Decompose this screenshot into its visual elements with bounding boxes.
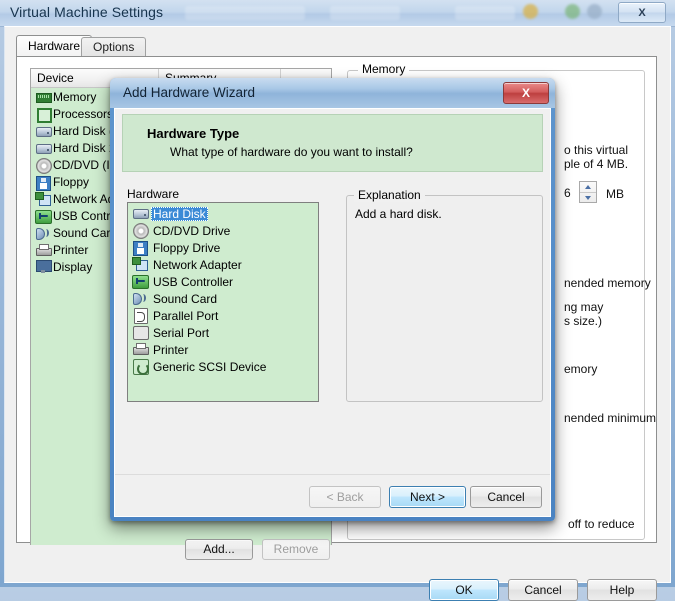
spinner-down-icon[interactable] bbox=[580, 193, 596, 203]
window-title: Virtual Machine Settings bbox=[10, 4, 164, 20]
window-titlebar: Virtual Machine Settings X bbox=[0, 0, 675, 27]
device-name: Printer bbox=[53, 242, 89, 257]
ok-button[interactable]: OK bbox=[429, 579, 499, 601]
help-button[interactable]: Help bbox=[587, 579, 657, 601]
memory-note-6: off to reduce bbox=[568, 517, 635, 531]
hard-disk-icon bbox=[132, 206, 149, 221]
generic-scsi-icon bbox=[132, 359, 149, 375]
memory-panel-legend: Memory bbox=[358, 62, 410, 76]
sound-card-icon bbox=[35, 226, 51, 240]
hardware-type-list[interactable]: Hard Disk CD/DVD Drive Floppy Drive Network… bbox=[127, 202, 319, 402]
list-item[interactable]: Network Adapter bbox=[128, 256, 318, 273]
list-item[interactable]: Sound Card bbox=[128, 290, 318, 307]
wizard-title: Add Hardware Wizard bbox=[123, 85, 256, 100]
tab-hardware-label: Hardware bbox=[28, 39, 81, 53]
usb-controller-icon bbox=[132, 274, 149, 289]
hard-disk-icon bbox=[35, 124, 52, 138]
list-item[interactable]: Printer bbox=[128, 341, 318, 358]
floppy-icon bbox=[35, 175, 51, 191]
list-item[interactable]: CD/DVD Drive bbox=[128, 222, 318, 239]
list-item[interactable]: Floppy Drive bbox=[128, 239, 318, 256]
floppy-icon bbox=[132, 240, 148, 256]
hardware-item-label: Printer bbox=[153, 342, 189, 357]
titlebar-ghost-c bbox=[455, 6, 515, 20]
device-name: Sound Card bbox=[53, 225, 118, 240]
hardware-item-label: Hard Disk bbox=[151, 206, 208, 221]
serial-port-icon bbox=[132, 325, 149, 340]
hardware-item-label: Serial Port bbox=[153, 325, 210, 340]
device-name: Memory bbox=[53, 89, 97, 104]
memory-description-line1: o this virtual bbox=[564, 143, 629, 157]
tab-options[interactable]: Options bbox=[81, 37, 147, 57]
spinner-up-icon[interactable] bbox=[580, 182, 596, 193]
titlebar-ghost-dot-a bbox=[523, 4, 538, 19]
usb-controller-icon bbox=[35, 209, 52, 224]
hard-disk-icon bbox=[35, 141, 52, 155]
back-button: < Back bbox=[309, 486, 381, 508]
parallel-port-icon bbox=[132, 308, 148, 324]
network-adapter-icon bbox=[132, 257, 148, 272]
wizard-banner-heading: Hardware Type bbox=[147, 126, 240, 141]
hardware-item-label: Network Adapter bbox=[153, 257, 242, 272]
remove-button: Remove bbox=[262, 539, 330, 560]
hardware-item-label: Parallel Port bbox=[153, 308, 219, 323]
wizard-cancel-button[interactable]: Cancel bbox=[470, 486, 542, 508]
network-adapter-icon bbox=[35, 191, 51, 206]
wizard-banner: Hardware Type What type of hardware do y… bbox=[122, 114, 543, 172]
device-name: Display bbox=[53, 259, 93, 274]
cd-dvd-icon bbox=[35, 157, 52, 174]
tab-options-label: Options bbox=[93, 40, 135, 54]
device-name: Processors bbox=[53, 106, 114, 121]
hardware-item-label: Sound Card bbox=[153, 291, 218, 306]
close-icon: X bbox=[521, 86, 530, 100]
explanation-text: Add a hard disk. bbox=[355, 207, 442, 221]
wizard-banner-subheading: What type of hardware do you want to ins… bbox=[170, 145, 413, 159]
memory-note-2: ng may bbox=[564, 300, 604, 314]
titlebar-ghost-a bbox=[185, 6, 305, 20]
wizard-titlebar: Add Hardware Wizard X bbox=[110, 78, 555, 108]
display-icon bbox=[35, 259, 52, 274]
printer-icon bbox=[35, 243, 52, 257]
list-item[interactable]: Hard Disk bbox=[128, 205, 318, 222]
memory-note-1: nended memory bbox=[564, 276, 651, 290]
list-item[interactable]: Serial Port bbox=[128, 324, 318, 341]
memory-note-5: nended minimum bbox=[564, 411, 657, 425]
wizard-separator bbox=[115, 474, 550, 475]
wizard-client-area: Hardware Type What type of hardware do y… bbox=[114, 108, 551, 517]
hardware-item-label: Generic SCSI Device bbox=[153, 359, 267, 374]
wizard-close-button[interactable]: X bbox=[503, 82, 549, 104]
memory-spinner[interactable] bbox=[579, 181, 597, 203]
close-icon: X bbox=[638, 6, 646, 19]
processor-icon bbox=[35, 107, 52, 123]
window-close-button[interactable]: X bbox=[618, 2, 666, 23]
printer-icon bbox=[132, 342, 149, 357]
next-button[interactable]: Next > bbox=[389, 486, 466, 508]
cd-dvd-icon bbox=[132, 223, 149, 239]
titlebar-ghost-dot-b bbox=[565, 4, 580, 19]
explanation-legend: Explanation bbox=[354, 188, 425, 202]
memory-note-4: emory bbox=[564, 362, 598, 376]
titlebar-ghost-dot-c bbox=[587, 4, 602, 19]
hardware-item-label: CD/DVD Drive bbox=[153, 223, 231, 238]
explanation-panel bbox=[346, 195, 543, 402]
device-name: Floppy bbox=[53, 174, 90, 189]
memory-icon bbox=[35, 90, 52, 104]
cancel-button[interactable]: Cancel bbox=[508, 579, 578, 601]
memory-note-3: s size.) bbox=[564, 314, 603, 328]
hardware-item-label: Floppy Drive bbox=[153, 240, 221, 255]
sound-card-icon bbox=[132, 291, 148, 306]
list-item[interactable]: Parallel Port bbox=[128, 307, 318, 324]
titlebar-ghost-b bbox=[330, 6, 400, 20]
list-item[interactable]: USB Controller bbox=[128, 273, 318, 290]
add-button[interactable]: Add... bbox=[185, 539, 253, 560]
add-hardware-wizard-dialog: Add Hardware Wizard X Hardware Type What… bbox=[110, 78, 555, 521]
hardware-list-label: Hardware bbox=[127, 187, 180, 201]
list-item[interactable]: Generic SCSI Device bbox=[128, 358, 318, 375]
memory-description-line2: ple of 4 MB. bbox=[564, 157, 629, 171]
memory-value[interactable]: 6 bbox=[564, 186, 571, 200]
memory-unit-label: MB bbox=[606, 187, 624, 201]
hardware-item-label: USB Controller bbox=[153, 274, 234, 289]
